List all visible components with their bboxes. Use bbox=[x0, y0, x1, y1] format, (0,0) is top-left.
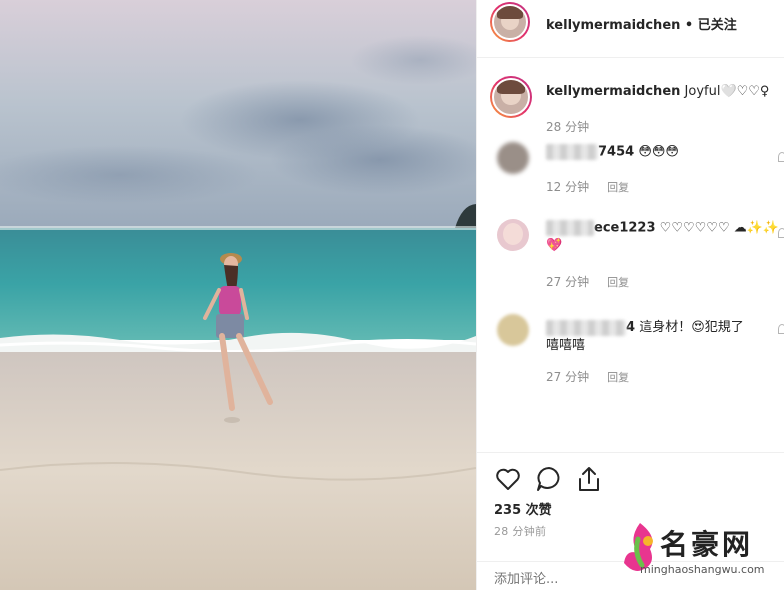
comment-body-line2: 嘻嘻嘻 bbox=[546, 338, 586, 353]
likes-count[interactable]: 235 次赞 bbox=[494, 499, 552, 518]
reply-link[interactable]: 回复 bbox=[607, 371, 629, 384]
comment-body: 😳😳😳 bbox=[638, 144, 679, 160]
blurred-username bbox=[546, 144, 598, 160]
post-header: kellymermaidchen • 已关注 bbox=[477, 0, 784, 58]
caption-username[interactable]: kellymermaidchen bbox=[546, 84, 680, 99]
comment-input[interactable] bbox=[494, 570, 614, 588]
comment-username[interactable]: 4 bbox=[626, 320, 635, 335]
reply-link[interactable]: 回复 bbox=[607, 276, 629, 289]
reply-link[interactable]: 回复 bbox=[607, 181, 629, 194]
comment-time: 12 分钟 bbox=[546, 180, 590, 194]
comment-username[interactable]: ece1223 bbox=[594, 221, 656, 236]
comment-meta: 27 分钟 回复 bbox=[546, 273, 629, 290]
comment-time: 27 分钟 bbox=[546, 275, 590, 289]
follow-separator: • bbox=[680, 18, 698, 33]
comment-avatar[interactable] bbox=[497, 314, 529, 346]
caption-body: Joyful🤍♡♡♀ bbox=[684, 84, 770, 99]
watermark-title: 名豪网 bbox=[660, 528, 754, 561]
post-photo[interactable] bbox=[0, 0, 476, 590]
site-watermark: 名豪网 minghaoshangwu.com bbox=[618, 517, 784, 587]
follow-status[interactable]: 已关注 bbox=[698, 18, 737, 33]
comment-avatar[interactable] bbox=[497, 142, 529, 174]
heart-icon[interactable] bbox=[494, 465, 522, 493]
share-icon[interactable] bbox=[575, 465, 603, 493]
blurred-username bbox=[546, 220, 594, 236]
comment-text: 4 這身材！😍犯規了 bbox=[546, 316, 744, 336]
comment-meta: 27 分钟 回复 bbox=[546, 368, 629, 385]
beach-photo-image bbox=[0, 0, 476, 590]
comment-body-line2: 💖 bbox=[546, 238, 563, 253]
comment-text: ece1223 ♡♡♡♡♡♡ ☁✨✨ bbox=[546, 220, 779, 236]
header-username[interactable]: kellymermaidchen • 已关注 bbox=[546, 14, 737, 33]
caption-text: kellymermaidchen Joyful🤍♡♡♀ bbox=[546, 84, 769, 99]
caption-avatar[interactable] bbox=[490, 76, 532, 118]
comment-bubble-icon[interactable] bbox=[535, 465, 563, 493]
comment-body: 這身材！😍犯規了 bbox=[639, 320, 744, 335]
comment-text: 7454 😳😳😳 bbox=[546, 144, 679, 160]
author-avatar[interactable] bbox=[490, 2, 530, 42]
post-time: 28 分钟前 bbox=[494, 525, 547, 538]
like-comment-heart-icon[interactable] bbox=[778, 228, 784, 238]
like-comment-heart-icon[interactable] bbox=[778, 324, 784, 334]
caption-time: 28 分钟 bbox=[546, 120, 590, 134]
comment-time: 27 分钟 bbox=[546, 370, 590, 384]
watermark-url: minghaoshangwu.com bbox=[640, 563, 765, 576]
comment-meta: 12 分钟 回复 bbox=[546, 178, 629, 195]
comment-username[interactable]: 7454 bbox=[598, 145, 634, 160]
comment-body: ♡♡♡♡♡♡ ☁✨✨ bbox=[659, 220, 780, 236]
comment-avatar[interactable] bbox=[497, 219, 529, 251]
post-side-panel: kellymermaidchen • 已关注 kellymermaidchen … bbox=[476, 0, 784, 590]
like-comment-heart-icon[interactable] bbox=[778, 152, 784, 162]
